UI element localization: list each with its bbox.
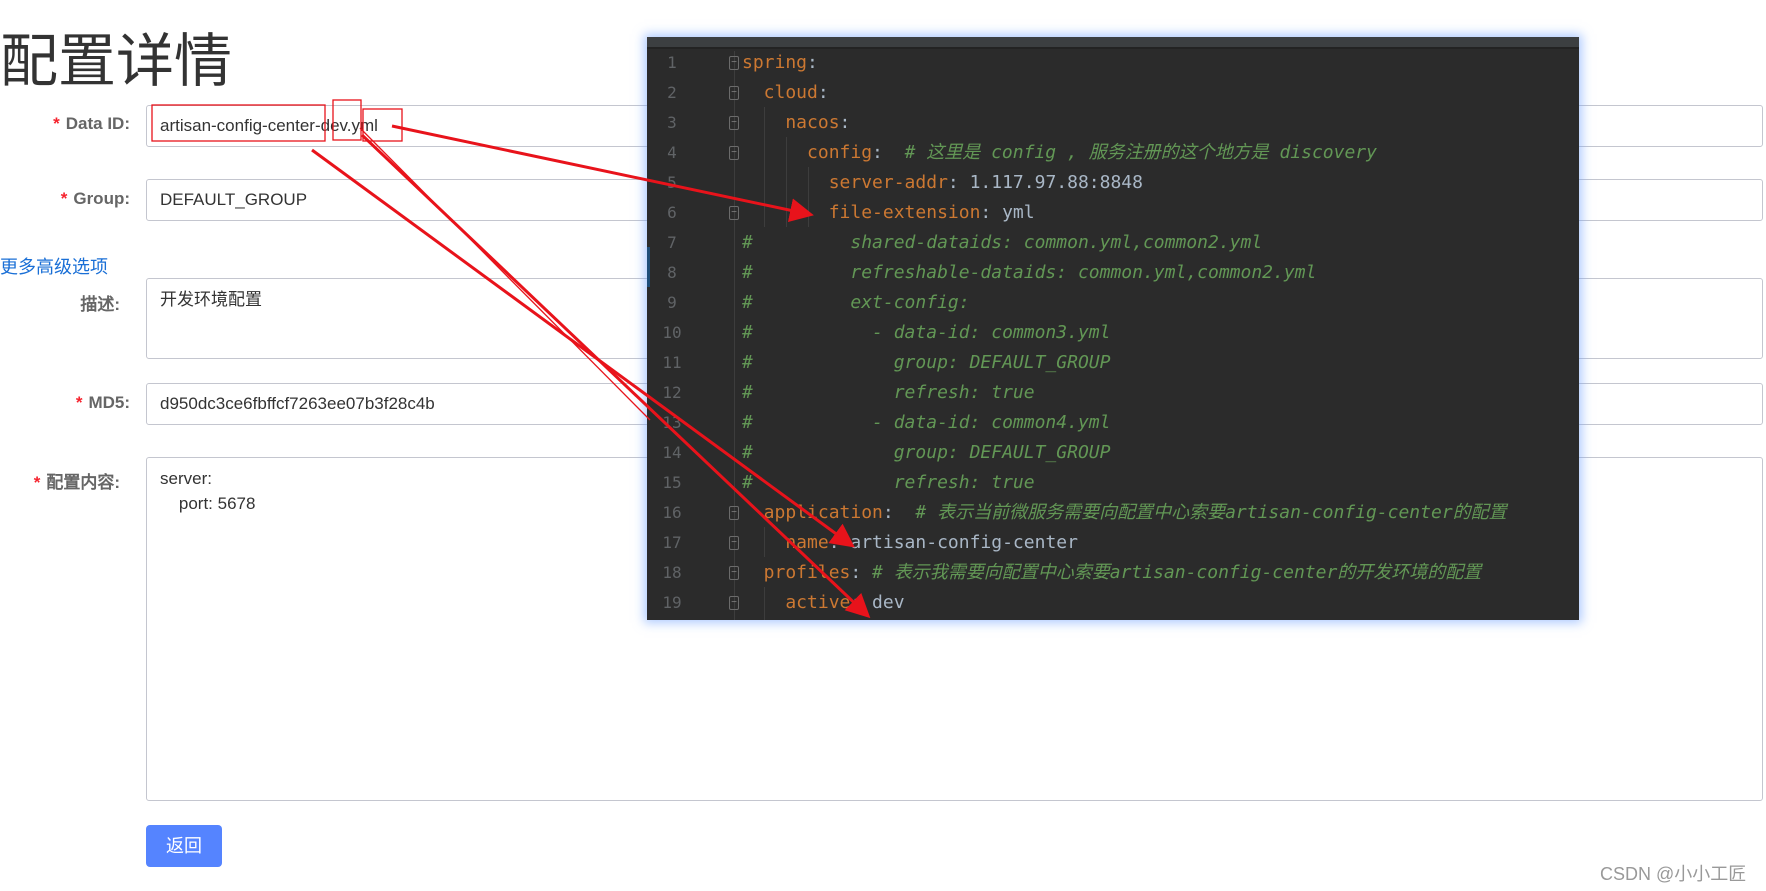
yaml-comment: # refresh: true [742,472,1035,493]
fold-open-icon[interactable]: − [729,146,739,160]
indent-guide [734,51,735,620]
line-number: 9 [667,293,677,312]
yaml-key: profiles [742,562,851,583]
watermark: CSDN @小小工匠 [1600,864,1747,884]
line-number: 7 [667,233,677,252]
fold-open-icon[interactable]: − [729,56,739,70]
code-line: # refreshable-dataids: common.yml,common… [742,258,1316,288]
fold-open-icon[interactable]: − [729,506,739,520]
line-number: 3 [667,113,677,132]
line-number: 12 [662,383,682,402]
code-line: # refresh: true [742,468,1035,498]
yaml-key: cloud [742,82,818,103]
line-number: 1 [667,53,677,72]
code-line: active: dev [742,588,905,618]
yaml-comment: # - data-id: common3.yml [742,322,1111,343]
line-number: 8 [667,263,677,282]
data-id-label: * Data ID: [0,114,130,134]
yaml-comment: # 表示我需要向配置中心索要artisan-config-center的开发环境… [861,562,1482,583]
yaml-key: name [742,532,829,553]
yaml-comment: # 表示当前微服务需要向配置中心索要artisan-config-center的… [893,502,1507,523]
yaml-key: config [742,142,873,163]
yaml-value: : [817,82,829,103]
line-number: 16 [662,503,682,522]
yaml-key: server-addr [742,172,948,193]
required-mark: * [53,114,60,133]
line-number: 18 [662,563,682,582]
yaml-comment: # refreshable-dataids: common.yml,common… [742,262,1317,283]
yaml-value: : 1.117.97.88:8848 [947,172,1143,193]
back-button[interactable]: 返回 [146,825,222,867]
fold-open-icon[interactable]: − [729,566,739,580]
line-number: 19 [662,593,682,612]
yaml-value: : [872,142,883,163]
line-number: 6 [667,203,677,222]
group-label: * Group: [0,189,130,209]
yaml-comment: # ext-config: [742,292,970,313]
line-number: 17 [662,533,682,552]
line-number: 10 [662,323,682,342]
code-editor-screenshot: 1− spring: 2− cloud: 3− nacos: 4− config: # … [647,37,1579,620]
yaml-comment: # shared-dataids: common.yml,common2.yml [742,232,1263,253]
yaml-value: : artisan-config-center [828,532,1078,553]
code-line: nacos: [742,108,850,138]
yaml-value: : [882,502,894,523]
yaml-key: spring [742,52,808,73]
md5-label: * MD5: [0,393,130,413]
thin-line-annotation [359,127,651,421]
code-line: # - data-id: common3.yml [742,318,1110,348]
description-label: 描述: [80,295,120,314]
code-line: server-addr: 1.117.97.88:8848 [742,168,1143,198]
yaml-comment: # 这里是 config , 服务注册的这个地方是 discovery [882,142,1377,163]
content-label-text: 配置内容: [46,473,120,492]
required-mark: * [60,189,68,208]
code-line: # group: DEFAULT_GROUP [742,438,1110,468]
code-line: name: artisan-config-center [742,528,1078,558]
code-line: profiles: # 表示我需要向配置中心索要artisan-config-c… [742,558,1482,588]
code-line: spring: [742,48,818,78]
line-number: 5 [667,173,677,192]
line-number: 15 [662,473,682,492]
line-number: 4 [667,143,677,162]
required-mark: * [75,393,83,412]
yaml-key: active [742,592,851,613]
line-number: 11 [662,353,682,372]
data-id-label-text: Data ID: [65,114,130,133]
line-number: 2 [667,83,677,102]
code-line: # group: DEFAULT_GROUP [742,348,1110,378]
yaml-key: file-extension [742,202,981,223]
fold-close-icon[interactable]: − [729,206,739,220]
yaml-value: : [850,562,862,583]
code-line: config: # 这里是 config , 服务注册的这个地方是 discov… [742,138,1377,168]
yaml-value: : yml [980,202,1035,223]
yaml-comment: # group: DEFAULT_GROUP [742,352,1111,373]
group-label-text: Group: [73,189,130,208]
code-line: file-extension: yml [742,198,1035,228]
content-label: * 配置内容: [0,468,120,493]
yaml-value: : [807,52,818,73]
fold-open-icon[interactable]: − [729,116,739,130]
yaml-key: nacos [742,112,840,133]
fold-close-icon[interactable]: − [729,536,739,550]
code-line: application: # 表示当前微服务需要向配置中心索要artisan-c… [742,498,1507,528]
code-line: cloud: [742,78,829,108]
line-number: 13 [662,413,682,432]
page-title: 配置详情 [0,29,233,94]
yaml-comment: # refresh: true [742,382,1035,403]
fold-open-icon[interactable]: − [729,86,739,100]
code-line: # refresh: true [742,378,1035,408]
yaml-comment: # group: DEFAULT_GROUP [742,442,1111,463]
code-line: # shared-dataids: common.yml,common2.yml [742,228,1262,258]
code-line: # - data-id: common4.yml [742,408,1110,438]
yaml-value: : dev [850,592,905,613]
code-line: # ext-config: [742,288,970,318]
yaml-value: : [839,112,851,133]
fold-close-icon[interactable]: − [729,596,739,610]
line-number: 14 [662,443,682,462]
required-mark: * [33,473,41,492]
md5-label-text: MD5: [88,393,130,412]
yaml-key: application [742,502,883,523]
yaml-comment: # - data-id: common4.yml [742,412,1111,433]
advanced-options-link[interactable]: 更多高级选项 [0,253,108,279]
